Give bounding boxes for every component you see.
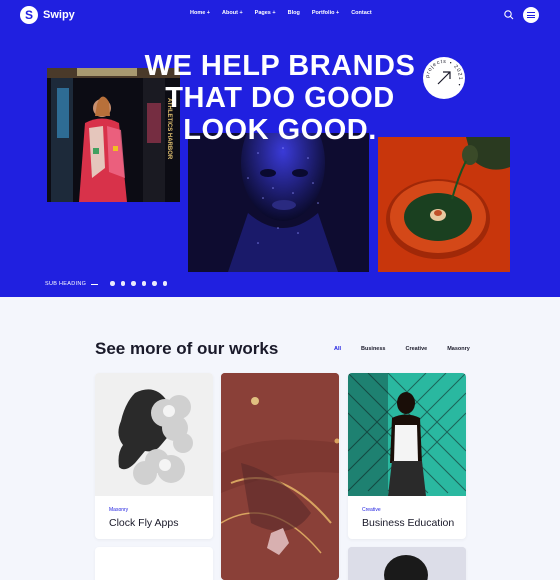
work-card-title: Clock Fly Apps [109, 517, 179, 529]
headline-line-1: WE HELP BRANDS [144, 50, 416, 82]
work-card-business-education[interactable]: Creative Business Education [348, 373, 466, 539]
headline-line-2: THAT DO GOOD [165, 82, 395, 114]
nav-item-about[interactable]: About + [222, 10, 243, 16]
svg-text:projects • 2021 •: projects • 2021 • [425, 59, 463, 87]
work-card-partial-right[interactable] [348, 547, 466, 580]
nav-item-home[interactable]: Home + [190, 10, 210, 16]
twitter-icon[interactable] [120, 281, 125, 286]
dribbble-icon[interactable] [162, 281, 167, 286]
filter-all[interactable]: All [334, 346, 341, 352]
hero-image-bowl [378, 137, 510, 272]
logo-mark: S [20, 6, 38, 24]
work-image-clouds-profile [95, 373, 213, 496]
work-card-clock-fly-apps[interactable]: Masonry Clock Fly Apps [95, 373, 213, 539]
work-card-category: Creative [362, 507, 381, 513]
work-card-category: Masonry [109, 507, 129, 513]
brand-logo[interactable]: S Swipy [20, 6, 75, 24]
hero-section: S Swipy Home + About + Pages + Blog Port… [0, 0, 560, 297]
brand-name: Swipy [43, 9, 75, 21]
hero-headline: WE HELP BRANDS THAT DO GOOD LOOK GOOD. [120, 50, 440, 146]
work-card-title: Business Education [362, 517, 455, 529]
nav-item-pages[interactable]: Pages + [255, 10, 276, 16]
filter-business[interactable]: Business [361, 346, 385, 352]
projects-rotating-badge[interactable]: projects • 2021 • [423, 57, 465, 99]
work-card-partial-left[interactable] [95, 547, 213, 580]
top-navigation-bar: S Swipy Home + About + Pages + Blog Port… [0, 0, 560, 30]
filter-creative[interactable]: Creative [406, 346, 428, 352]
nav-item-blog[interactable]: Blog [288, 10, 300, 16]
filter-masonry[interactable]: Masonry [447, 346, 470, 352]
badge-text: projects • 2021 • [425, 59, 462, 87]
nav-item-contact[interactable]: Contact [351, 10, 371, 16]
work-image-abstract-3d [221, 373, 339, 580]
search-icon[interactable] [503, 9, 515, 21]
nav-item-portfolio[interactable]: Portfolio + [312, 10, 339, 16]
facebook-icon[interactable] [110, 281, 115, 286]
hamburger-menu-icon[interactable] [523, 7, 539, 23]
linkedin-icon[interactable] [131, 281, 136, 286]
sub-heading: SUB HEADING [45, 281, 87, 287]
works-filter-tabs: All Business Creative Masonry [334, 346, 470, 352]
work-image-partial [348, 547, 466, 580]
arrow-up-right-icon [437, 71, 451, 85]
sub-heading-divider [91, 284, 98, 285]
work-card-abstract-art[interactable] [221, 373, 339, 580]
work-image-fence-portrait [348, 373, 466, 496]
behance-icon[interactable] [152, 281, 157, 286]
instagram-icon[interactable] [141, 281, 146, 286]
main-nav: Home + About + Pages + Blog Portfolio + … [190, 10, 372, 16]
headline-line-3: LOOK GOOD. [183, 114, 377, 146]
hero-image-glitter-portrait [188, 133, 369, 272]
works-section-title: See more of our works [95, 339, 279, 358]
social-links [110, 281, 167, 286]
